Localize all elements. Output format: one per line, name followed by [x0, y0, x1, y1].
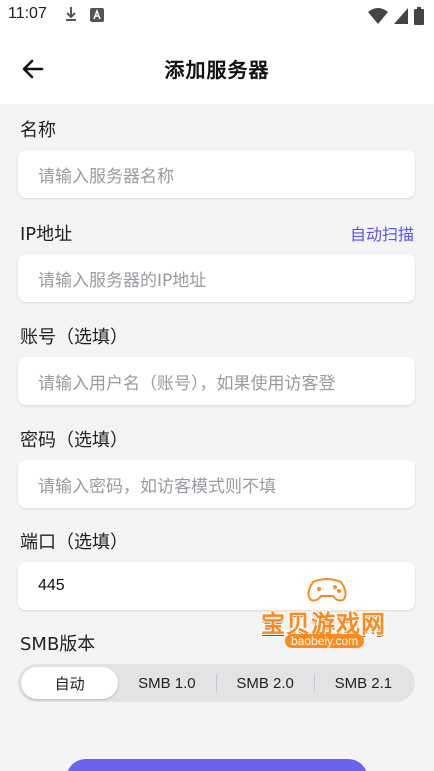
status-time: 11:07	[8, 5, 47, 22]
port-label: 端口（选填）	[20, 532, 128, 553]
account-label: 账号（选填）	[20, 327, 128, 348]
status-bar: 11:07	[0, 0, 434, 32]
status-icons-right	[368, 7, 424, 29]
wifi-icon	[368, 8, 388, 28]
gamepad-icon	[307, 578, 347, 602]
smb-option-auto[interactable]: 自动	[21, 667, 119, 699]
password-label: 密码（选填）	[20, 430, 128, 451]
smb-option-2-1[interactable]: SMB 2.1	[315, 667, 412, 699]
auto-scan-link[interactable]: 自动扫描	[350, 221, 414, 245]
battery-icon	[414, 7, 424, 29]
download-icon	[64, 6, 78, 26]
confirm-button[interactable]	[66, 759, 368, 771]
name-label: 名称	[20, 120, 56, 141]
page-title: 添加服务器	[164, 58, 270, 82]
watermark-logo: 宝贝游戏网 baobeiy.com	[255, 574, 405, 654]
smb-option-1-0[interactable]: SMB 1.0	[118, 667, 215, 699]
signal-icon	[394, 8, 408, 28]
account-input[interactable]: 请输入用户名（账号），如果使用访客登	[18, 357, 415, 405]
smb-version-label: SMB版本	[20, 634, 96, 655]
app-bar: 添加服务器	[0, 32, 434, 104]
keyboard-a-icon	[90, 7, 104, 26]
ip-label: IP地址	[20, 224, 73, 245]
server-name-input[interactable]: 请输入服务器名称	[18, 150, 415, 198]
smb-option-2-0[interactable]: SMB 2.0	[217, 667, 314, 699]
smb-version-selector: 自动 SMB 1.0 SMB 2.0 SMB 2.1	[18, 664, 415, 702]
password-input[interactable]: 请输入密码，如访客模式则不填	[18, 460, 415, 508]
watermark-url: baobeiy.com	[285, 634, 365, 648]
status-icons-left	[64, 6, 104, 26]
ip-address-input[interactable]: 请输入服务器的IP地址	[18, 254, 415, 302]
server-form: 名称 请输入服务器名称 IP地址 自动扫描 请输入服务器的IP地址 账号（选填）…	[0, 104, 434, 771]
